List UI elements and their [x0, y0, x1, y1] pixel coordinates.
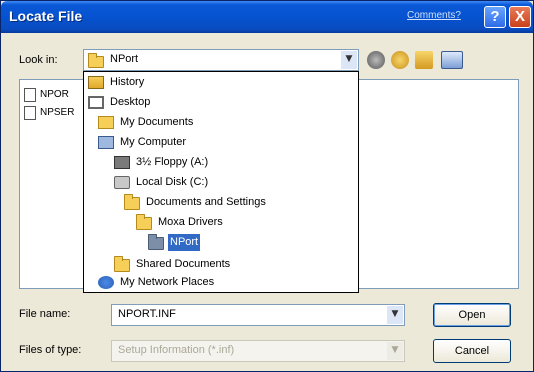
documents-icon — [98, 116, 114, 129]
file-name-value[interactable]: NPORT.INF — [118, 308, 176, 320]
up-folder-icon[interactable] — [391, 51, 409, 69]
folder-icon — [88, 53, 104, 68]
cancel-button[interactable]: Cancel — [433, 339, 511, 363]
chevron-down-icon[interactable]: ▼ — [387, 342, 403, 360]
open-button[interactable]: Open — [433, 303, 511, 327]
dropdown-item-label: Documents and Settings — [146, 196, 266, 208]
history-icon — [88, 76, 104, 89]
dropdown-item-label: My Computer — [120, 136, 187, 148]
comments-link[interactable]: Comments? — [407, 10, 461, 21]
dropdown-item-label: Desktop — [110, 96, 151, 108]
file-name-text: NPSER — [40, 107, 75, 118]
dropdown-item-label: History — [110, 76, 145, 88]
look-in-label: Look in: — [19, 54, 58, 66]
files-of-type-value: Setup Information (*.inf) — [118, 344, 235, 356]
dropdown-item-label: Local Disk (C:) — [136, 176, 209, 188]
folder-open-icon — [148, 234, 164, 250]
close-icon: X — [514, 8, 525, 25]
help-icon: ? — [490, 8, 500, 25]
desktop-icon — [88, 96, 104, 109]
chevron-down-icon[interactable]: ▼ — [387, 306, 403, 324]
floppy-icon — [114, 156, 130, 169]
file-icon — [24, 106, 36, 120]
look-in-dropdown[interactable]: History Desktop My Documents My Computer… — [83, 71, 359, 293]
disk-icon — [114, 176, 130, 189]
back-icon[interactable] — [367, 51, 385, 69]
look-in-value: NPort — [110, 53, 139, 65]
close-button[interactable]: X — [509, 6, 531, 28]
view-menu-icon[interactable] — [441, 51, 463, 69]
look-in-combo[interactable]: NPort ▼ — [83, 49, 359, 71]
folder-icon — [136, 214, 152, 230]
chevron-down-icon[interactable]: ▼ — [341, 51, 357, 69]
folder-icon — [114, 256, 130, 272]
window-title: Locate File — [9, 8, 83, 24]
file-icon — [24, 88, 36, 102]
dropdown-item-label: Moxa Drivers — [158, 216, 223, 228]
dropdown-item-label: Shared Documents — [136, 258, 231, 270]
file-name-label: File name: — [19, 308, 71, 320]
file-name-text: NPOR — [40, 89, 69, 100]
dropdown-item-label: My Network Places — [120, 276, 215, 288]
file-name-combo[interactable]: NPORT.INF ▼ — [111, 304, 405, 326]
files-of-type-label: Files of type: — [19, 344, 82, 356]
network-icon — [98, 276, 114, 289]
folder-icon — [124, 194, 140, 210]
help-button[interactable]: ? — [484, 6, 506, 28]
dropdown-item-label: My Documents — [120, 116, 194, 128]
computer-icon — [98, 136, 114, 149]
dropdown-item-label: NPort — [168, 234, 201, 251]
locate-file-dialog: Locate File Comments? ? X Look in: NPort… — [0, 0, 534, 372]
new-folder-icon[interactable] — [415, 51, 433, 69]
dropdown-item-label: 3½ Floppy (A:) — [136, 156, 209, 168]
title-bar[interactable]: Locate File Comments? ? X — [1, 1, 533, 33]
files-of-type-combo[interactable]: Setup Information (*.inf) ▼ — [111, 340, 405, 362]
